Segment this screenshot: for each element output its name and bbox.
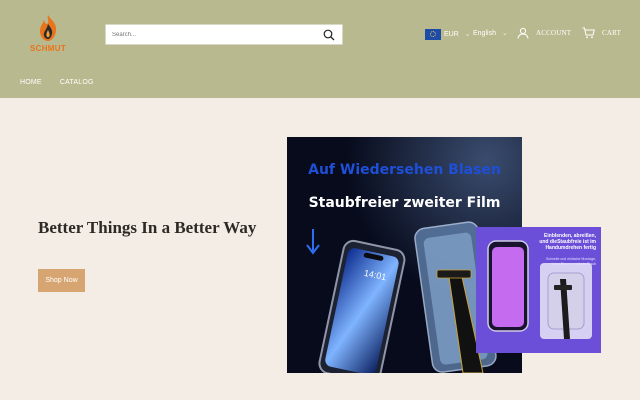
main-nav: HOME CATALOG [20,79,94,86]
inset-caption: Einblenden, abreißen, und dieStaubfreie … [539,233,596,251]
banner-subheadline: Staubfreier zweiter Film [308,195,501,211]
nav-item-home[interactable]: HOME [20,79,42,86]
account-link[interactable]: ACCOUNT [517,27,571,39]
shop-now-button[interactable]: Shop Now [38,269,85,292]
inset-subcaption: Schnelle und einfache Montage, keine Bla… [545,257,596,266]
language-selector[interactable]: English ⌄ [473,29,508,38]
cart-link[interactable]: CART [582,27,621,39]
cart-icon [582,27,595,39]
chevron-down-icon: ⌄ [464,31,471,38]
chevron-down-icon: ⌄ [501,30,508,37]
flame-logo-icon [40,15,57,41]
logo-text: SCHMUT [29,44,67,53]
language-label: English [473,29,496,37]
user-icon [517,27,529,39]
cart-label: CART [602,29,622,37]
search-input[interactable] [112,28,312,42]
site-header: SCHMUT EUR ⌄ English ⌄ ACCOUNT CART HOME [0,0,640,98]
currency-selector[interactable]: EUR ⌄ [425,28,471,40]
account-label: ACCOUNT [536,29,572,37]
currency-label: EUR [444,30,459,38]
hero-title: Better Things In a Better Way [38,218,257,237]
banner-headline: Auf Wiedersehen Blasen [308,162,501,178]
nav-item-catalog[interactable]: CATALOG [60,79,94,86]
search-icon[interactable] [323,29,335,41]
search-box [105,24,343,45]
brand-logo[interactable]: SCHMUT [24,14,72,56]
eu-flag-icon [425,28,441,40]
inset-product-image: Einblenden, abreißen, und dieStaubfreie … [476,227,601,353]
